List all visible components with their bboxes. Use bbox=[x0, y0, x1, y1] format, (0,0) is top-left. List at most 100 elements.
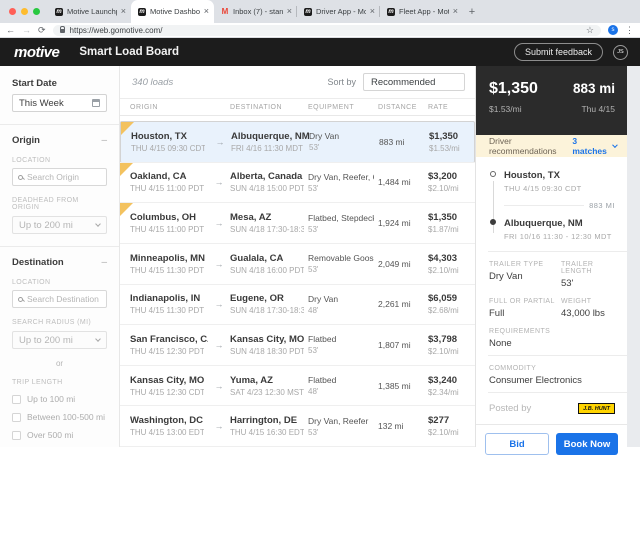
equipment: Dry Van bbox=[308, 294, 374, 304]
tab-close-icon[interactable]: × bbox=[370, 7, 375, 16]
list-toolbar: 340 loads Sort by Recommended bbox=[120, 66, 475, 99]
trip-length-option[interactable]: Up to 100 mi bbox=[12, 394, 107, 404]
forward-icon[interactable]: → bbox=[22, 26, 31, 35]
tab-title: Inbox (7) - stan.marshal@trucki bbox=[233, 7, 283, 16]
sort-value: Recommended bbox=[371, 77, 435, 88]
macos-window-controls[interactable] bbox=[0, 0, 48, 23]
origin-search-input[interactable] bbox=[27, 172, 101, 182]
trip-length-option[interactable]: Between 100-500 mi bbox=[12, 412, 107, 422]
load-row[interactable]: Minneapolis, MNTHU 4/15 11:30 PDT → Gual… bbox=[120, 244, 475, 285]
book-now-button[interactable]: Book Now bbox=[556, 433, 618, 455]
rate-per-mile: $2.10/mi bbox=[428, 428, 471, 437]
browser-tab-motive-launchpad[interactable]: m Motive Launchpad × bbox=[48, 0, 131, 23]
browser-tab-fleet-app[interactable]: m Fleet App - Motive × bbox=[380, 0, 463, 23]
start-date-label: Start Date bbox=[12, 78, 107, 89]
dest-time: SUN 4/18 17:30-18:30 C bbox=[230, 306, 304, 315]
rate-per-mile: $1.87/mi bbox=[428, 225, 471, 234]
bookmark-star-icon[interactable]: ☆ bbox=[586, 25, 594, 36]
browser-profile-avatar[interactable]: s bbox=[608, 25, 618, 35]
checkbox-icon[interactable] bbox=[12, 431, 21, 440]
url-text[interactable]: https://web.gomotive.com/ bbox=[70, 26, 581, 35]
reload-icon[interactable]: ⟳ bbox=[38, 26, 46, 35]
dest-city: Mesa, AZ bbox=[230, 212, 304, 223]
requirements-value: None bbox=[489, 338, 617, 349]
destination-search-input[interactable] bbox=[27, 294, 101, 304]
tab-close-icon[interactable]: × bbox=[204, 7, 209, 16]
browser-tab-inbox[interactable]: M Inbox (7) - stan.marshal@trucki × bbox=[214, 0, 297, 23]
app-window: motive Smart Load Board Submit feedback … bbox=[0, 38, 640, 447]
driver-recommendations-banner: Driver recommendations 3 matches bbox=[476, 135, 627, 157]
minimize-window-icon[interactable] bbox=[21, 8, 28, 15]
submit-feedback-button[interactable]: Submit feedback bbox=[514, 43, 603, 61]
route-arrow-icon: → bbox=[208, 299, 230, 309]
browser-tab-driver-app[interactable]: m Driver App - Motive × bbox=[297, 0, 380, 23]
load-row[interactable]: Washington, DCTHU 4/15 13:00 EDT → Harri… bbox=[120, 406, 475, 447]
rate: $277 bbox=[428, 415, 471, 426]
rate: $3,798 bbox=[428, 334, 471, 345]
tab-close-icon[interactable]: × bbox=[287, 7, 292, 16]
user-avatar[interactable]: JS bbox=[613, 45, 628, 60]
jb-hunt-logo: J.B. HUNT bbox=[578, 403, 615, 414]
posted-by-label: Posted by bbox=[489, 403, 531, 414]
matches-link[interactable]: 3 matches bbox=[572, 136, 617, 156]
dest-city: Kansas City, MO bbox=[230, 334, 304, 345]
leg-distance-row: 883 MI bbox=[504, 201, 615, 210]
load-list: 340 loads Sort by Recommended ORIGIN DES… bbox=[120, 66, 475, 447]
trailer-length: 53' bbox=[308, 225, 374, 234]
trip-length-option[interactable]: Over 500 mi bbox=[12, 430, 107, 440]
origin-search-box[interactable] bbox=[12, 168, 107, 186]
browser-menu-icon[interactable]: ⋮ bbox=[625, 25, 634, 36]
weight-value: 43,000 lbs bbox=[561, 308, 617, 319]
dest-time: SUN 4/18 18:30 PDT bbox=[230, 347, 304, 356]
tab-close-icon[interactable]: × bbox=[121, 7, 126, 16]
trailer-length: 48' bbox=[308, 306, 374, 315]
trailer-length: 53' bbox=[309, 143, 375, 152]
tab-close-icon[interactable]: × bbox=[453, 7, 458, 16]
checkbox-icon[interactable] bbox=[12, 395, 21, 404]
search-radius-select[interactable]: Up to 200 mi bbox=[12, 331, 107, 349]
dest-city: Albuquerque, NM bbox=[231, 131, 305, 142]
origin-time: THU 4/15 11:00 PDT bbox=[130, 225, 204, 234]
load-row-selected[interactable]: Houston, TXTHU 4/15 09:30 CDT → Albuquer… bbox=[120, 121, 475, 163]
tab-title: Motive Launchpad bbox=[67, 7, 117, 16]
back-icon[interactable]: ← bbox=[6, 26, 15, 35]
rate-per-mile: $2.10/mi bbox=[428, 347, 471, 356]
load-row[interactable]: Oakland, CATHU 4/15 11:00 PDT → Alberta,… bbox=[120, 163, 475, 204]
motive-favicon: m bbox=[55, 8, 63, 16]
checkbox-icon[interactable] bbox=[12, 413, 21, 422]
deadhead-select[interactable]: Up to 200 mi bbox=[12, 216, 107, 234]
load-row[interactable]: Kansas City, MOTHU 4/15 12:30 CDT → Yuma… bbox=[120, 366, 475, 407]
browser-url-bar: ← → ⟳ https://web.gomotive.com/ ☆ s ⋮ bbox=[0, 23, 640, 38]
new-tab-button[interactable]: + bbox=[463, 0, 481, 23]
browser-tab-motive-dashboard[interactable]: m Motive Dashboard × bbox=[131, 0, 214, 23]
start-date-select[interactable]: This Week bbox=[12, 94, 107, 112]
equipment: Flatbed bbox=[308, 375, 374, 385]
origin-city: Oakland, CA bbox=[130, 171, 204, 182]
destination-search-box[interactable] bbox=[12, 290, 107, 308]
address-bar[interactable]: https://web.gomotive.com/ ☆ bbox=[53, 25, 601, 36]
maximize-window-icon[interactable] bbox=[33, 8, 40, 15]
close-window-icon[interactable] bbox=[9, 8, 16, 15]
equipment: Flatbed, Stepdeck bbox=[308, 213, 374, 223]
trailer-type-value: Dry Van bbox=[489, 271, 561, 282]
rate: $6,059 bbox=[428, 293, 471, 304]
origin-time: THU 4/15 11:30 PDT bbox=[130, 306, 204, 315]
load-row[interactable]: Columbus, OHTHU 4/15 11:00 PDT → Mesa, A… bbox=[120, 203, 475, 244]
bid-button[interactable]: Bid bbox=[485, 433, 549, 455]
start-date-value: This Week bbox=[19, 98, 64, 109]
recommendations-label: Driver recommendations bbox=[489, 136, 572, 156]
sort-select[interactable]: Recommended bbox=[363, 73, 465, 91]
commodity-value: Consumer Electronics bbox=[489, 375, 617, 386]
rate-per-mile: $2.34/mi bbox=[428, 388, 471, 397]
rate: $3,240 bbox=[428, 375, 471, 386]
route-arrow-icon: → bbox=[208, 340, 230, 350]
collapse-origin-icon[interactable]: – bbox=[101, 136, 107, 146]
motive-favicon: m bbox=[387, 8, 395, 16]
collapse-destination-icon[interactable]: – bbox=[101, 258, 107, 268]
load-row[interactable]: Indianapolis, INTHU 4/15 11:30 PDT → Eug… bbox=[120, 285, 475, 326]
motive-logo[interactable]: motive bbox=[14, 44, 59, 61]
distance: 132 mi bbox=[378, 421, 428, 431]
origin-city: Kansas City, MO bbox=[130, 375, 204, 386]
origin-time: THU 4/15 12:30 PDT bbox=[130, 347, 204, 356]
load-row[interactable]: San Francisco, CATHU 4/15 12:30 PDT → Ka… bbox=[120, 325, 475, 366]
